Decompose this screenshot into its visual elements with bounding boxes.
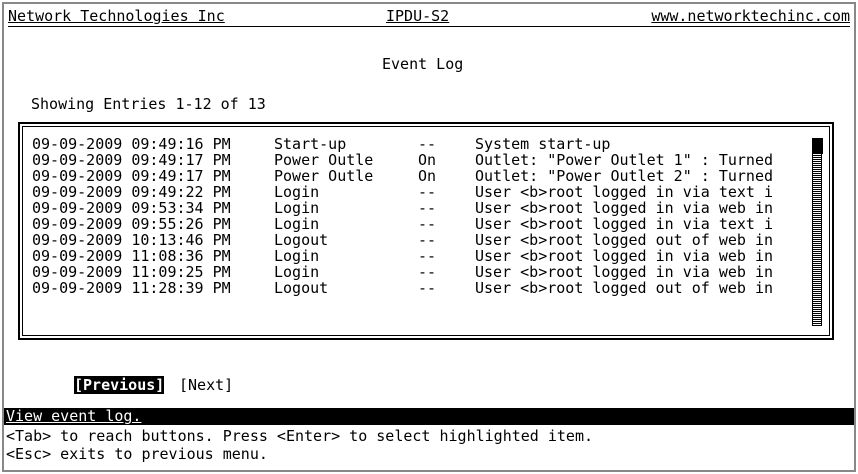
row-timestamp: 09-09-2009 09:49:17 PM bbox=[32, 167, 231, 185]
row-timestamp: 09-09-2009 09:49:16 PM bbox=[32, 135, 231, 153]
row-timestamp: 09-09-2009 09:55:26 PM bbox=[32, 215, 231, 233]
previous-button[interactable]: [Previous] bbox=[74, 376, 165, 394]
row-timestamp: 09-09-2009 09:49:17 PM bbox=[32, 151, 231, 169]
row-timestamp: 09-09-2009 10:13:46 PM bbox=[32, 231, 231, 249]
row-event-type: Power Outle bbox=[274, 167, 374, 185]
row-timestamp: 09-09-2009 11:09:25 PM bbox=[32, 263, 231, 281]
next-button[interactable]: [Next] bbox=[179, 376, 233, 394]
page-title: Event Log bbox=[382, 55, 464, 73]
row-state: -- bbox=[418, 215, 437, 233]
help-line-esc: <Esc> exits to previous menu. bbox=[6, 445, 268, 463]
row-message: Outlet: "Power Outlet 1" : Turned bbox=[475, 151, 774, 169]
row-message: User <b>root logged in via text i bbox=[475, 215, 774, 233]
title-bar: Network Technologies Inc IPDU-S2 www.net… bbox=[8, 6, 850, 27]
row-state: On bbox=[418, 167, 437, 185]
row-state: -- bbox=[418, 247, 437, 265]
help-line-tab: <Tab> to reach buttons. Press <Enter> to… bbox=[6, 427, 593, 445]
row-message: User <b>root logged out of web in bbox=[475, 279, 774, 297]
product-name: IPDU-S2 bbox=[386, 7, 450, 25]
row-state: -- bbox=[418, 183, 437, 201]
row-timestamp: 09-09-2009 11:08:36 PM bbox=[32, 247, 231, 265]
row-state: -- bbox=[418, 279, 437, 297]
row-message: User <b>root logged in via text i bbox=[475, 183, 774, 201]
row-state: -- bbox=[418, 199, 437, 217]
status-description: View event log. bbox=[6, 407, 142, 425]
scrollbar-track[interactable] bbox=[812, 138, 822, 326]
row-event-type: Login bbox=[274, 247, 320, 265]
row-message: User <b>root logged in via web in bbox=[475, 263, 774, 281]
terminal-screen: Network Technologies Inc IPDU-S2 www.net… bbox=[2, 2, 856, 472]
row-event-type: Login bbox=[274, 199, 320, 217]
website-link: www.networktechinc.com bbox=[651, 7, 850, 25]
row-message: User <b>root logged out of web in bbox=[475, 231, 774, 249]
row-message: User <b>root logged in via web in bbox=[475, 199, 774, 217]
row-message: System start-up bbox=[475, 135, 611, 153]
row-timestamp: 09-09-2009 09:49:22 PM bbox=[32, 183, 231, 201]
row-event-type: Login bbox=[274, 215, 320, 233]
event-log-list[interactable]: 09-09-2009 09:49:16 PM Start-up -- System s… bbox=[18, 122, 834, 340]
status-bar: View event log. bbox=[4, 408, 854, 425]
row-event-type: Start-up bbox=[274, 135, 347, 153]
row-state: -- bbox=[418, 231, 437, 249]
row-message: User <b>root logged in via web in bbox=[475, 247, 774, 265]
row-event-type: Power Outle bbox=[274, 151, 374, 169]
row-event-type: Logout bbox=[274, 231, 329, 249]
row-message: Outlet: "Power Outlet 2" : Turned bbox=[475, 167, 774, 185]
row-state: On bbox=[418, 151, 437, 169]
row-state: -- bbox=[418, 135, 437, 153]
row-timestamp: 09-09-2009 11:28:39 PM bbox=[32, 279, 231, 297]
row-event-type: Logout bbox=[274, 279, 329, 297]
row-state: -- bbox=[418, 263, 437, 281]
row-event-type: Login bbox=[274, 263, 320, 281]
entries-summary: Showing Entries 1-12 of 13 bbox=[31, 95, 266, 113]
row-timestamp: 09-09-2009 09:53:34 PM bbox=[32, 199, 231, 217]
row-event-type: Login bbox=[274, 183, 320, 201]
company-name: Network Technologies Inc bbox=[8, 7, 225, 25]
scrollbar-thumb[interactable] bbox=[813, 138, 823, 154]
